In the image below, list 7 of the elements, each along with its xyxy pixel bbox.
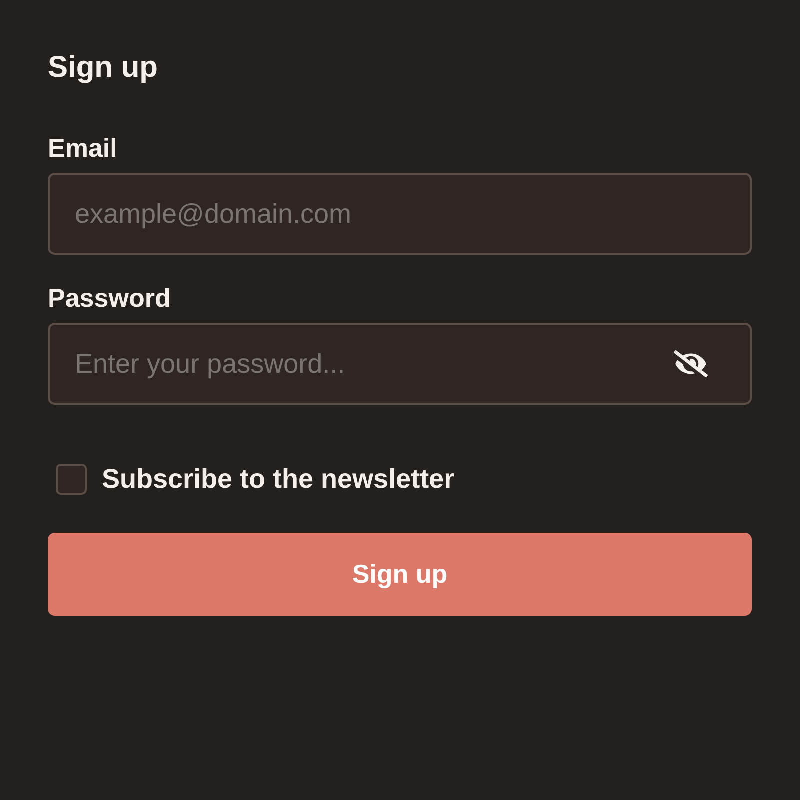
checkbox-label[interactable]: Subscribe to the newsletter [102,463,455,495]
password-field[interactable]: Enter your password... [48,323,752,405]
form-title: Sign up [48,50,158,86]
email-field[interactable]: example@domain.com [48,173,752,255]
checkbox[interactable] [56,464,87,494]
field-label: Password [48,283,171,313]
field-label: Email [48,133,118,163]
